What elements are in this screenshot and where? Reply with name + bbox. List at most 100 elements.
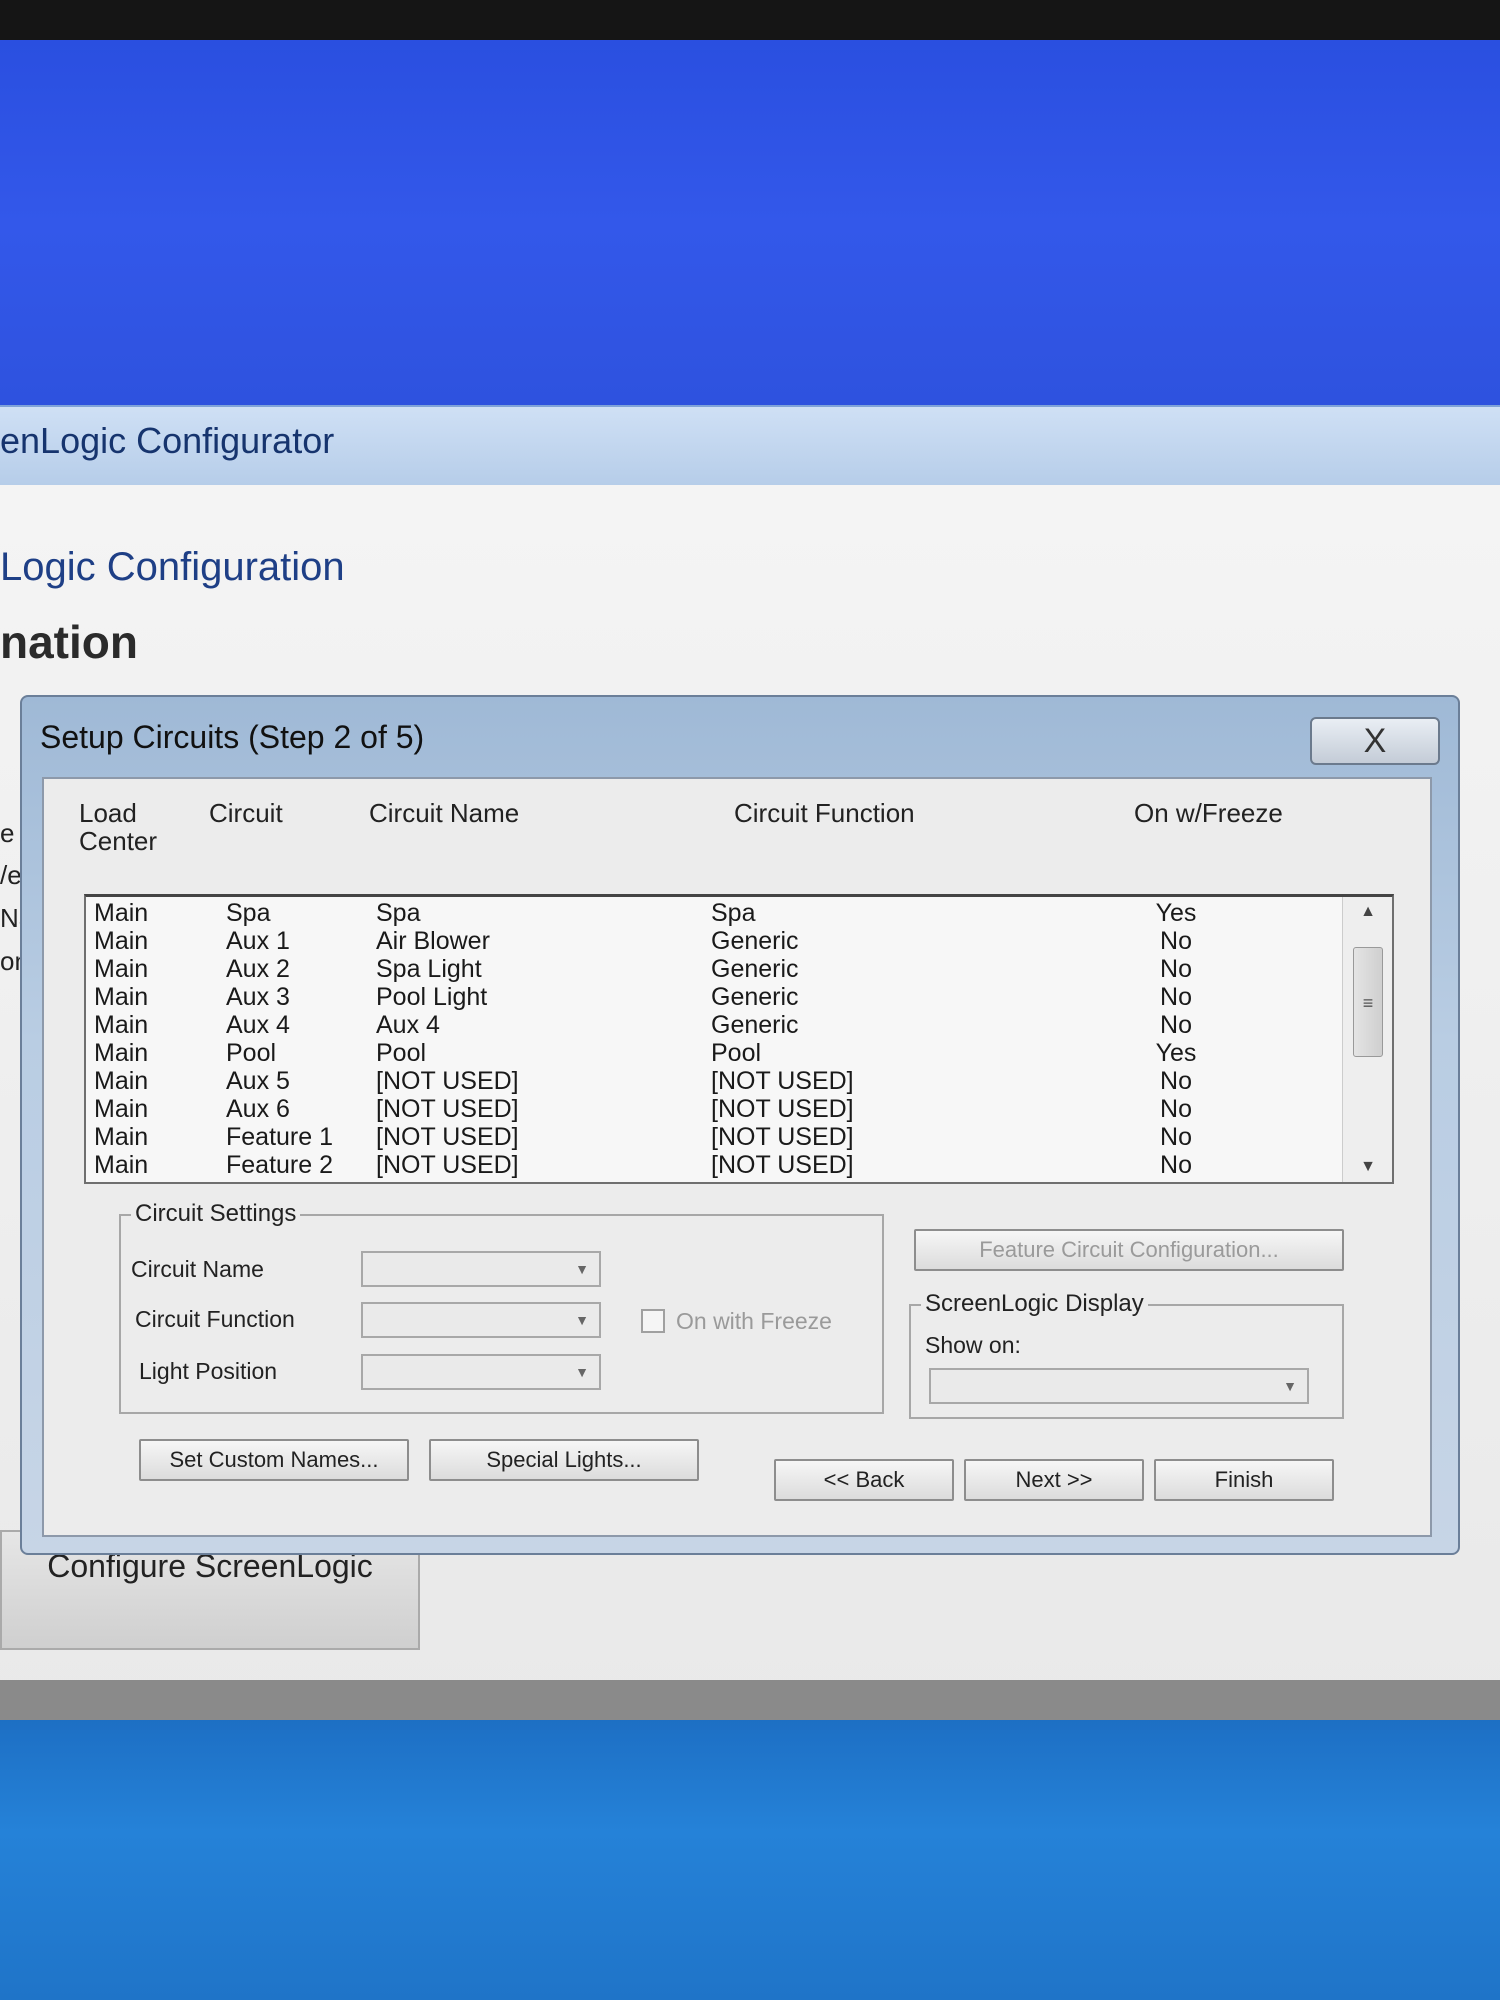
circuit-settings-label: Circuit Settings [131,1200,301,1228]
cell-circuit-function: [NOT USED] [711,1067,854,1095]
circuits-list[interactable]: Main Spa Spa Spa Yes Main Aux 1 Air Blow… [84,894,1394,1184]
cell-circuit-name: Pool [376,1039,427,1067]
dialog-content: Load Center Circuit Circuit Name Circuit… [42,777,1432,1537]
cell-circuit-name: Spa [376,899,421,927]
cell-load-center: Main [94,1067,149,1095]
cell-circuit-name: [NOT USED] [376,1067,519,1095]
cell-on-freeze: No [1160,1095,1192,1123]
chevron-down-icon: ▼ [1283,1378,1297,1394]
cell-load-center: Main [94,955,149,983]
cell-circuit-name: [NOT USED] [376,1095,519,1123]
table-row[interactable]: Main Pool Pool Pool Yes [86,1039,1336,1067]
cell-load-center: Main [94,1123,149,1151]
column-header-load-center: Load Center [79,798,158,856]
side-label: e [0,818,15,848]
cell-load-center: Main [94,1011,149,1039]
table-row[interactable]: Main Aux 1 Air Blower Generic No [86,927,1336,955]
cell-circuit-function: Generic [711,927,799,955]
list-scrollbar[interactable]: ▲ ≡ ▼ [1342,897,1392,1182]
cell-circuit: Aux 2 [226,955,290,983]
desktop-background [0,40,1500,410]
scroll-down-arrow-icon[interactable]: ▼ [1343,1152,1392,1182]
circuit-name-select[interactable]: ▼ [361,1251,601,1287]
light-position-select[interactable]: ▼ [361,1354,601,1390]
app-subheading: nation [0,616,138,668]
chevron-down-icon: ▼ [575,1364,589,1380]
column-header-circuit: Circuit [209,798,283,828]
circuit-function-select[interactable]: ▼ [361,1302,601,1338]
column-header-circuit-function: Circuit Function [734,798,915,828]
cell-load-center: Main [94,927,149,955]
light-position-label: Light Position [139,1358,278,1384]
cell-circuit-name: Pool Light [376,983,488,1011]
cell-circuit-function: Generic [711,1011,799,1039]
finish-button[interactable]: Finish [1154,1459,1334,1501]
special-lights-button[interactable]: Special Lights... [429,1439,699,1481]
back-button[interactable]: << Back [774,1459,954,1501]
screenlogic-display-group: ScreenLogic Display Show on: ▼ [909,1290,1344,1419]
table-row[interactable]: Main Aux 5 [NOT USED] [NOT USED] No [86,1067,1336,1095]
app-title: enLogic Configurator [0,420,335,461]
cell-circuit-name: Aux 4 [376,1011,440,1039]
cell-circuit-function: Generic [711,983,799,1011]
cell-circuit-function: Generic [711,955,799,983]
circuit-function-label: Circuit Function [135,1306,295,1332]
on-with-freeze-checkbox[interactable] [641,1309,665,1333]
dialog-title: Setup Circuits (Step 2 of 5) [40,719,425,755]
cell-load-center: Main [94,1151,149,1179]
cell-on-freeze: No [1160,955,1192,983]
cell-load-center: Main [94,1039,149,1067]
chevron-down-icon: ▼ [575,1312,589,1328]
scroll-up-arrow-icon[interactable]: ▲ [1343,897,1392,927]
cell-circuit: Aux 5 [226,1067,290,1095]
table-row[interactable]: Main Aux 6 [NOT USED] [NOT USED] No [86,1095,1336,1123]
app-heading: Logic Configuration [0,545,345,589]
cell-load-center: Main [94,899,149,927]
table-row[interactable]: Main Aux 4 Aux 4 Generic No [86,1011,1336,1039]
on-with-freeze-label: On with Freeze [676,1308,832,1334]
cell-circuit-function: [NOT USED] [711,1123,854,1151]
set-custom-names-button[interactable]: Set Custom Names... [139,1439,409,1481]
cell-on-freeze: No [1160,1011,1192,1039]
cell-on-freeze: No [1160,927,1192,955]
table-row[interactable]: Main Aux 2 Spa Light Generic No [86,955,1336,983]
monitor-bezel [0,0,1500,40]
column-header-on-freeze: On w/Freeze [1134,798,1283,828]
table-row[interactable]: Main Feature 1 [NOT USED] [NOT USED] No [86,1123,1336,1151]
table-row[interactable]: Main Aux 3 Pool Light Generic No [86,983,1336,1011]
feature-circuit-configuration-button[interactable]: Feature Circuit Configuration... [914,1229,1344,1271]
close-button[interactable]: X [1310,717,1440,765]
cell-circuit-name: [NOT USED] [376,1123,519,1151]
column-header-circuit-name: Circuit Name [369,798,520,828]
cell-circuit-name: Air Blower [376,927,490,955]
desktop-background-bottom [0,1720,1500,2000]
cell-circuit-function: Pool [711,1039,762,1067]
cell-circuit: Aux 3 [226,983,290,1011]
chevron-down-icon: ▼ [575,1261,589,1277]
screenlogic-display-label: ScreenLogic Display [921,1290,1148,1318]
show-on-select[interactable]: ▼ [929,1368,1309,1404]
cell-on-freeze: No [1160,1123,1192,1151]
cell-circuit-function: [NOT USED] [711,1151,854,1179]
table-row[interactable]: Main Feature 2 [NOT USED] [NOT USED] No [86,1151,1336,1179]
next-button[interactable]: Next >> [964,1459,1144,1501]
cell-circuit: Pool [226,1039,277,1067]
cell-circuit-name: Spa Light [376,955,482,983]
close-icon: X [1363,721,1387,760]
cell-on-freeze: No [1160,1151,1192,1179]
circuit-settings-group: Circuit Settings Circuit Name ▼ Circuit … [119,1200,884,1414]
cell-circuit: Aux 4 [226,1011,290,1039]
cell-circuit-function: Spa [711,899,756,927]
scroll-thumb[interactable]: ≡ [1353,947,1383,1057]
cell-circuit: Aux 6 [226,1095,290,1123]
cell-on-freeze: No [1160,1067,1192,1095]
cell-circuit: Spa [226,899,271,927]
cell-on-freeze: Yes [1155,899,1197,927]
cell-load-center: Main [94,1095,149,1123]
table-row[interactable]: Main Spa Spa Spa Yes [86,899,1336,927]
cell-on-freeze: No [1160,983,1192,1011]
circuit-name-label: Circuit Name [131,1256,264,1282]
cell-on-freeze: Yes [1155,1039,1197,1067]
cell-circuit: Aux 1 [226,927,290,955]
cell-circuit-name: [NOT USED] [376,1151,519,1179]
